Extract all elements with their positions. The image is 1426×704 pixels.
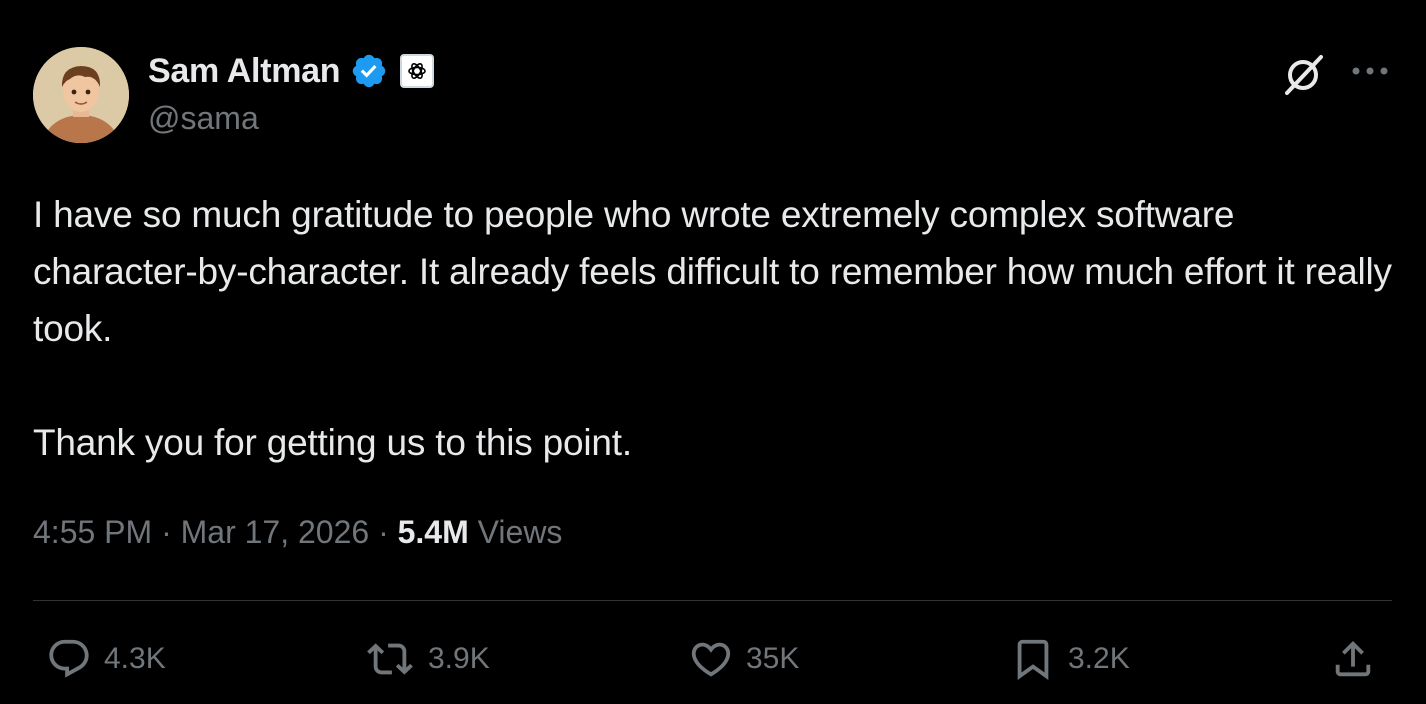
more-dots-icon xyxy=(1352,67,1388,75)
divider xyxy=(33,600,1392,601)
author-handle[interactable]: @sama xyxy=(148,100,259,137)
bookmark-count: 3.2K xyxy=(1068,642,1130,675)
reply-count: 4.3K xyxy=(104,642,166,675)
views-count[interactable]: 5.4M xyxy=(398,514,469,550)
meta-separator: · xyxy=(378,514,389,550)
tweet-date[interactable]: Mar 17, 2026 xyxy=(181,514,370,550)
tweet-card: Sam Altman @sama I have so much gratitud… xyxy=(0,0,1426,704)
tweet-text: I have so much gratitude to people who w… xyxy=(33,186,1393,471)
author-display-name[interactable]: Sam Altman xyxy=(148,52,341,91)
tweet-time[interactable]: 4:55 PM xyxy=(33,514,152,550)
like-button[interactable]: 35K xyxy=(688,636,799,682)
author-name-row: Sam Altman xyxy=(148,50,435,92)
bookmark-button[interactable]: 3.2K xyxy=(1010,636,1130,682)
repost-button[interactable]: 3.9K xyxy=(364,636,490,682)
repost-count: 3.9K xyxy=(428,642,490,675)
meta-separator: · xyxy=(161,514,172,550)
bookmark-icon xyxy=(1017,639,1049,680)
share-icon xyxy=(1335,640,1371,677)
verified-badge-icon[interactable] xyxy=(350,52,388,90)
avatar-illustration xyxy=(33,47,129,143)
tweet-meta: 4:55 PM · Mar 17, 2026 · 5.4M Views xyxy=(33,514,562,551)
share-button[interactable] xyxy=(1330,636,1376,682)
grok-icon[interactable] xyxy=(1278,50,1328,100)
affiliation-badge[interactable] xyxy=(400,54,435,88)
reply-button[interactable]: 4.3K xyxy=(46,636,166,682)
grok-logo-icon xyxy=(1285,55,1323,95)
tweet-paragraph: I have so much gratitude to people who w… xyxy=(33,194,1392,349)
heart-icon xyxy=(691,642,731,677)
more-icon[interactable] xyxy=(1348,56,1392,86)
tweet-paragraph: Thank you for getting us to this point. xyxy=(33,422,632,463)
reply-icon xyxy=(49,639,89,678)
views-label: Views xyxy=(477,514,563,550)
repost-icon xyxy=(367,643,413,675)
like-count: 35K xyxy=(746,642,800,675)
openai-logo-icon xyxy=(408,63,427,79)
avatar[interactable] xyxy=(33,47,129,143)
